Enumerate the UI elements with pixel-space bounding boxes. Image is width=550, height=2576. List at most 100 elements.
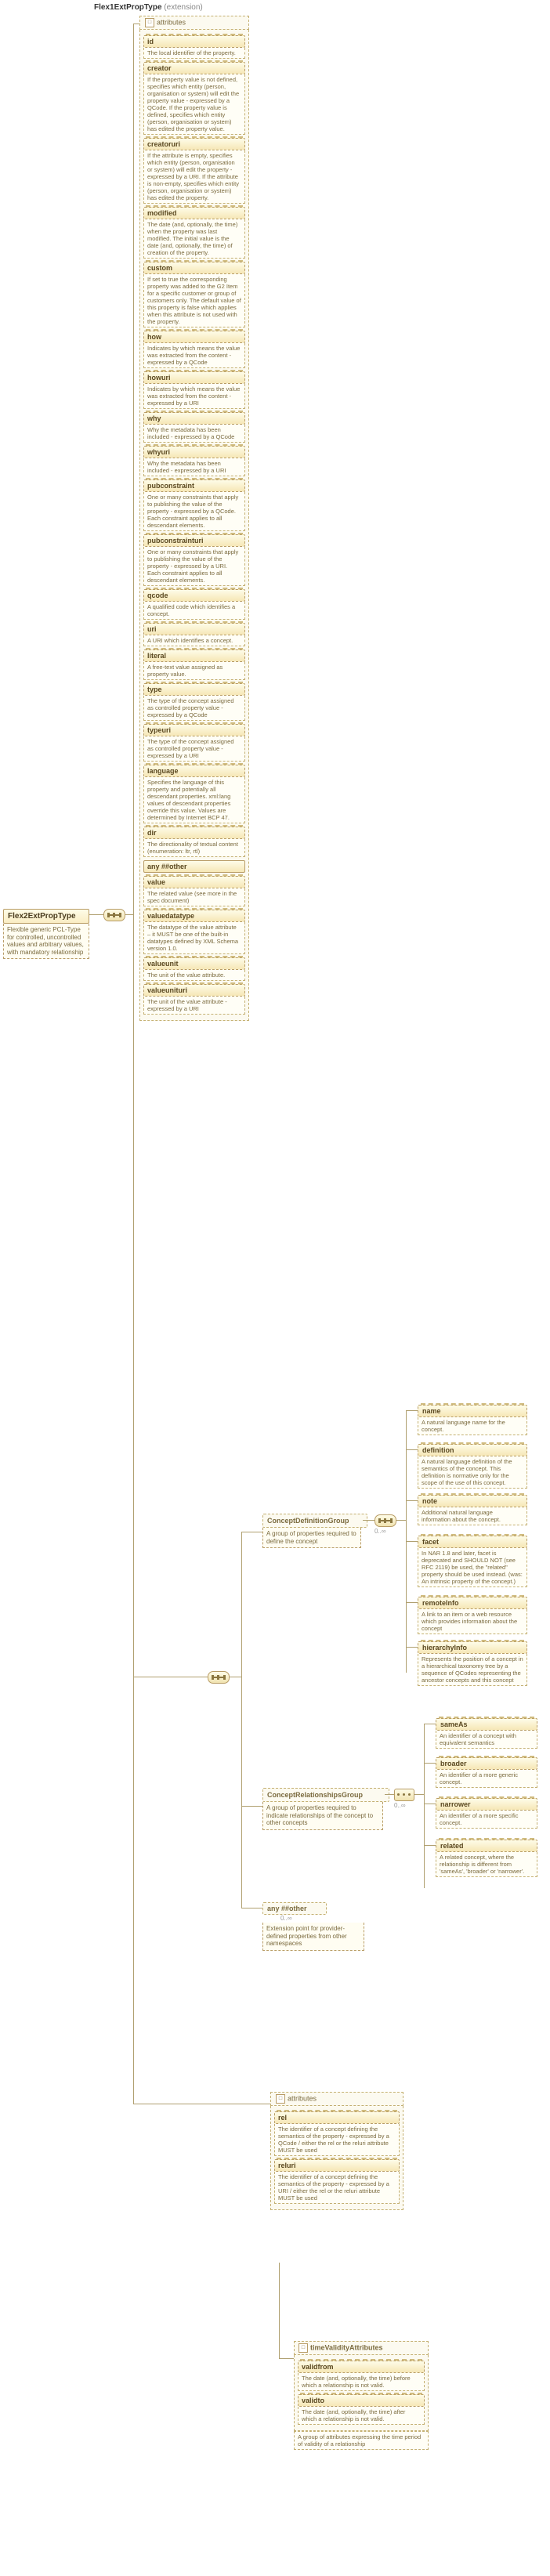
elem-name: note <box>418 1495 527 1507</box>
attr-desc: The date (and, optionally, the time) aft… <box>298 2407 425 2425</box>
group-label: ConceptDefinitionGroup <box>267 1517 363 1525</box>
attr-pubconstraint: pubconstraintOne or many constraints tha… <box>143 479 245 531</box>
attr-name: creator <box>143 62 245 74</box>
sequence-icon <box>208 1671 230 1684</box>
elem-broader: broaderAn identifier of a more generic c… <box>436 1757 537 1788</box>
attr-type: typeThe type of the concept assigned as … <box>143 683 245 721</box>
attr-name: id <box>143 35 245 48</box>
attr-desc: The local identifier of the property. <box>143 48 245 59</box>
elem-facet: facetIn NAR 1.8 and later, facet is depr… <box>418 1536 527 1587</box>
attr-dir: dirThe directionality of textual content… <box>143 827 245 857</box>
attr-desc: If the attribute is empty, specifies whi… <box>143 150 245 204</box>
elem-narrower: narrowerAn identifier of a more specific… <box>436 1798 537 1829</box>
attr-name: any ##other <box>143 860 245 873</box>
conn <box>241 1532 242 1908</box>
attr-reluri: reluriThe identifier of a concept defini… <box>274 2159 400 2204</box>
conn <box>406 1449 418 1450</box>
sequence-icon <box>103 909 125 921</box>
attr-desc: One or many constraints that apply to pu… <box>143 492 245 531</box>
elem-desc: A related concept, where the relationshi… <box>436 1852 537 1877</box>
cardinality: 0..∞ <box>394 1802 406 1809</box>
elem-name: facet <box>418 1536 527 1548</box>
elem-desc: In NAR 1.8 and later, facet is deprecate… <box>418 1548 527 1587</box>
attr-why: whyWhy the metadata has been included - … <box>143 412 245 443</box>
elem-desc: A link to an item or a web resource whic… <box>418 1609 527 1634</box>
attr-literal: literalA free-text value assigned as pro… <box>143 649 245 680</box>
elem-hierarchyInfo: hierarchyInfoRepresents the position of … <box>418 1641 527 1686</box>
attr-name: custom <box>143 262 245 274</box>
root-type-desc: Flexible generic PCL-Type for controlled… <box>3 924 89 959</box>
conn <box>89 914 103 915</box>
attributes-panel-2: □attributes relThe identifier of a conce… <box>270 2092 403 2210</box>
attributes-head: □attributes <box>270 2092 403 2106</box>
attr-desc: Indicates by which means the value was e… <box>143 343 245 368</box>
conn <box>406 1647 418 1648</box>
attr-name: pubconstrainturi <box>143 534 245 547</box>
attr-validto: validtoThe date (and, optionally, the ti… <box>298 2394 425 2425</box>
attr-desc: If set to true the corresponding propert… <box>143 274 245 327</box>
attr-name: creatoruri <box>143 138 245 150</box>
attr-uri: uriA URI which identifies a concept. <box>143 623 245 646</box>
attr-name: rel <box>274 2111 400 2124</box>
conn <box>279 2358 294 2359</box>
attr-desc: A qualified code which identifies a conc… <box>143 602 245 620</box>
elem-desc: An identifier of a concept with equivale… <box>436 1731 537 1749</box>
attr-desc: Why the metadata has been included - exp… <box>143 458 245 476</box>
extension-label: Flex1ExtPropType (extension) <box>94 3 203 12</box>
attr-desc: The identifier of a concept defining the… <box>274 2172 400 2204</box>
attr-desc: The unit of the value attribute. <box>143 970 245 981</box>
attr-name: why <box>143 412 245 425</box>
concept-relationships-group: ConceptRelationshipsGroup <box>262 1788 389 1802</box>
attr-name: uri <box>143 623 245 635</box>
attr-id: idThe local identifier of the property. <box>143 35 245 59</box>
group-label: ConceptRelationshipsGroup <box>267 1791 385 1799</box>
attr-desc: The identifier of a concept defining the… <box>274 2124 400 2156</box>
group-desc: A group of properties required to indica… <box>262 1802 383 1830</box>
conn <box>424 1724 425 1888</box>
elem-name: related <box>436 1840 537 1852</box>
attr-value: valueThe related value (see more in the … <box>143 876 245 906</box>
attr-custom: customIf set to true the corresponding p… <box>143 262 245 327</box>
attr-creator: creatorIf the property value is not defi… <box>143 62 245 135</box>
attr-name: pubconstraint <box>143 479 245 492</box>
root-type-name: Flex2ExtPropType <box>3 909 89 924</box>
elem-definition: definitionA natural language definition … <box>418 1444 527 1489</box>
attr-desc: The related value (see more in the spec … <box>143 888 245 906</box>
choice-icon <box>394 1789 414 1801</box>
attr-validfrom: validfromThe date (and, optionally, the … <box>298 2361 425 2391</box>
attr-name: valuedatatype <box>143 910 245 922</box>
elem-name: nameA natural language name for the conc… <box>418 1405 527 1435</box>
attr-howuri: howuriIndicates by which means the value… <box>143 371 245 409</box>
conn <box>125 914 133 915</box>
elem-remoteInfo: remoteInfoA link to an item or a web res… <box>418 1597 527 1634</box>
elem-desc: A natural language definition of the sem… <box>418 1456 527 1489</box>
elem-name: narrower <box>436 1798 537 1811</box>
conn <box>424 1763 436 1764</box>
attributes-body: relThe identifier of a concept defining … <box>270 2106 403 2210</box>
conn <box>424 1845 436 1846</box>
attr-how: howIndicates by which means the value wa… <box>143 331 245 368</box>
attr-name: validto <box>298 2394 425 2407</box>
attr-name: validfrom <box>298 2361 425 2373</box>
attr-desc: The datatype of the value attribute – it… <box>143 922 245 954</box>
elem-desc: An identifier of a more specific concept… <box>436 1811 537 1829</box>
time-validity-attributes: □timeValidityAttributes validfromThe dat… <box>294 2341 429 2450</box>
conn <box>363 1520 375 1521</box>
attr-box-icon: □ <box>276 2094 285 2104</box>
attr-name: dir <box>143 827 245 839</box>
attr-rel: relThe identifier of a concept defining … <box>274 2111 400 2156</box>
conn <box>406 1500 418 1501</box>
conn <box>406 1602 418 1603</box>
attr-name: whyuri <box>143 446 245 458</box>
attr-desc: The date (and, optionally, the time) bef… <box>298 2373 425 2391</box>
attr-name: how <box>143 331 245 343</box>
attr-name: howuri <box>143 371 245 384</box>
elem-name: remoteInfo <box>418 1597 527 1609</box>
elem-name: definition <box>418 1444 527 1456</box>
attr-box-icon: □ <box>145 18 154 27</box>
diagram-canvas: { "top": {"label":"Flex1ExtPropType","ex… <box>0 0 550 2576</box>
attr-desc: A URI which identifies a concept. <box>143 635 245 646</box>
conn <box>414 1794 424 1795</box>
any-desc: Extension point for provider-defined pro… <box>262 1923 364 1951</box>
conn <box>396 1520 406 1521</box>
